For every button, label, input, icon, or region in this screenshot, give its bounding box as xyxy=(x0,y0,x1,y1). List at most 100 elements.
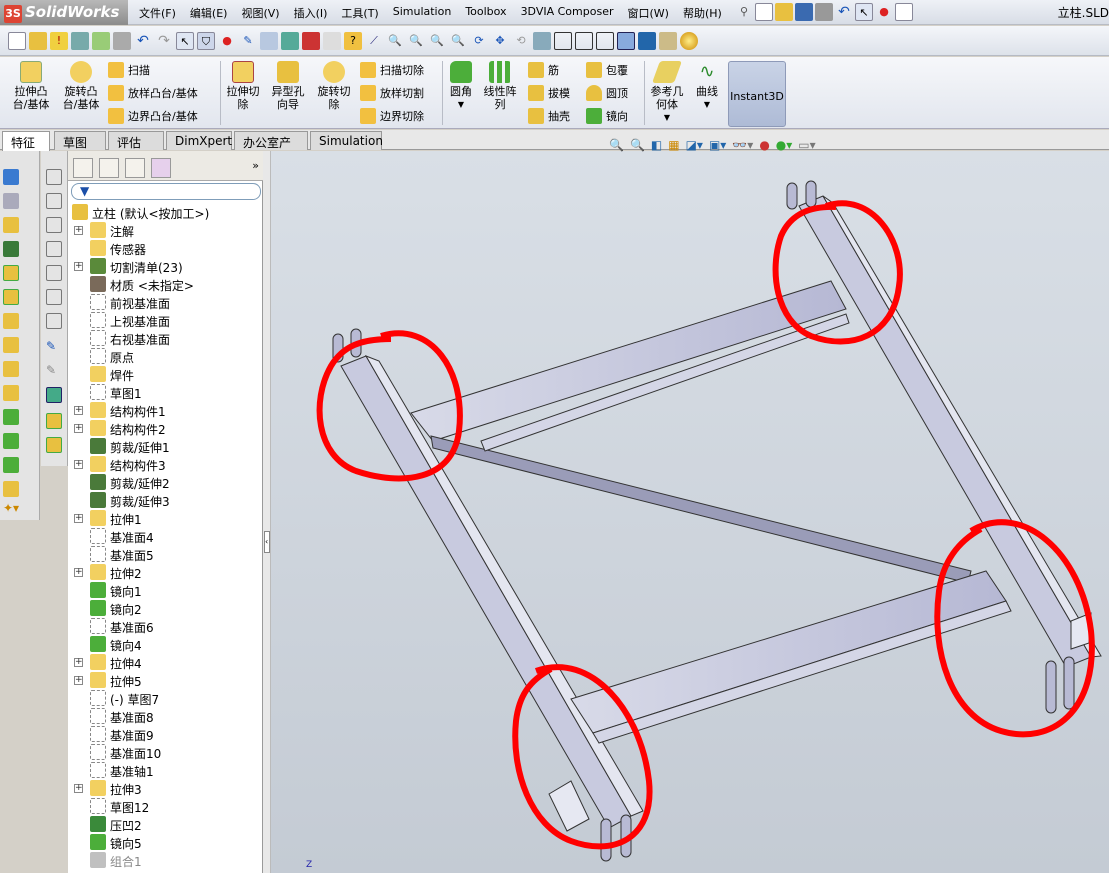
expand-toggle-icon[interactable]: + xyxy=(74,262,83,271)
sketch-tool-icon[interactable]: ✎ xyxy=(239,32,257,50)
configuration-tab-icon[interactable] xyxy=(125,158,145,178)
curves-dropdown-icon[interactable]: ▼ xyxy=(690,98,724,111)
tab-evaluate[interactable]: 评估 xyxy=(108,131,164,150)
tree-item[interactable]: 组合1 xyxy=(68,851,263,869)
left-long-beam[interactable] xyxy=(340,355,632,829)
new-icon[interactable] xyxy=(8,31,26,50)
reference-geometry-button[interactable]: 参考几 何体 ▼ xyxy=(646,57,688,124)
pattern-tool-icon[interactable] xyxy=(3,457,19,473)
realview-icon[interactable] xyxy=(680,31,698,50)
graphics-area[interactable]: 🔍 🔍 ◧ ▦ ◪▾ ▣▾ 👓▾ ● ●▾ ▭▾ xyxy=(271,138,1109,873)
view-box-icon[interactable] xyxy=(46,313,62,329)
loft-cut-button[interactable]: 放样切割 xyxy=(360,85,424,101)
panel-splitter[interactable]: ‹ xyxy=(263,151,271,873)
expand-toggle-icon[interactable]: + xyxy=(74,568,83,577)
expand-toggle-icon[interactable]: + xyxy=(74,514,83,523)
display-style-icon[interactable]: ▣▾ xyxy=(709,138,726,152)
tree-item[interactable]: 基准面10 xyxy=(68,743,263,761)
tree-item[interactable]: + 拉伸3 xyxy=(68,779,263,797)
undo-icon[interactable]: ↶ xyxy=(835,3,853,21)
tree-item[interactable]: + 结构构件2 xyxy=(68,419,263,437)
sweep-cut-button[interactable]: 扫描切除 xyxy=(360,62,424,78)
zoom-to-area-icon[interactable]: 🔍 xyxy=(630,138,645,152)
zoom-in-out-icon[interactable]: 🔍 xyxy=(428,32,446,50)
view-box-icon[interactable] xyxy=(46,289,62,305)
reference-geometry-dropdown-icon[interactable]: ▼ xyxy=(646,111,688,124)
rebuild-icon[interactable]: ● xyxy=(218,32,236,50)
chamfer-tool-icon[interactable] xyxy=(3,409,19,425)
extrude-boss-tool-icon[interactable] xyxy=(3,361,19,377)
mirror-tool-icon[interactable] xyxy=(3,433,19,449)
fillet-button[interactable]: 圆角 ▼ xyxy=(444,57,478,111)
tree-item[interactable]: 原点 xyxy=(68,347,263,365)
tree-item[interactable]: 镜向4 xyxy=(68,635,263,653)
extrude-tool-icon[interactable] xyxy=(3,265,19,281)
standard-views-icon[interactable] xyxy=(533,31,551,50)
tree-item[interactable]: 基准轴1 xyxy=(68,761,263,779)
pan-icon[interactable]: ✥ xyxy=(491,32,509,50)
hole-wizard-button[interactable]: 异型孔 向导 xyxy=(266,57,310,111)
dome-button[interactable]: 圆顶 xyxy=(586,85,628,101)
wireframe-icon[interactable] xyxy=(554,31,572,50)
revolve-cut-button[interactable]: 旋转切 除 xyxy=(312,57,356,111)
open-icon[interactable] xyxy=(29,31,47,50)
splitter-grip-icon[interactable]: ‹ xyxy=(264,531,270,553)
expand-toggle-icon[interactable]: + xyxy=(74,676,83,685)
menu-help[interactable]: 帮助(H) xyxy=(676,3,729,23)
tree-item[interactable]: 传感器 xyxy=(68,239,263,257)
options-icon[interactable] xyxy=(895,3,913,21)
tree-filter-input[interactable]: ▼ xyxy=(71,183,261,200)
view-box-icon[interactable] xyxy=(46,169,62,185)
tree-item[interactable]: + 拉伸5 xyxy=(68,671,263,689)
open-folder-icon[interactable] xyxy=(775,3,793,21)
menu-tools[interactable]: 工具(T) xyxy=(334,3,385,23)
appearance-icon[interactable] xyxy=(302,31,320,50)
tool-options-icon[interactable] xyxy=(323,31,341,50)
tree-item[interactable]: 上视基准面 xyxy=(68,311,263,329)
new-document-icon[interactable] xyxy=(755,3,773,21)
curves-button[interactable]: ∿ 曲线 ▼ xyxy=(690,57,724,111)
section-view-icon[interactable] xyxy=(659,31,677,50)
zoom-selection-icon[interactable]: 🔍 xyxy=(449,32,467,50)
weldment-frame-model[interactable] xyxy=(271,151,1109,873)
tree-item[interactable]: 草图1 xyxy=(68,383,263,401)
tree-item[interactable]: 镜向5 xyxy=(68,833,263,851)
property-manager-tab-icon[interactable] xyxy=(99,158,119,178)
tree-item[interactable]: 剪裁/延伸2 xyxy=(68,473,263,491)
tree-item[interactable]: + 拉伸1 xyxy=(68,509,263,527)
shaded-with-edges-icon[interactable] xyxy=(617,31,635,50)
end-cap-icon[interactable] xyxy=(3,313,19,329)
sweep-button[interactable]: 扫描 xyxy=(108,62,150,78)
dimxpert-tab-icon[interactable] xyxy=(151,158,171,178)
tree-item[interactable]: (-) 草图7 xyxy=(68,689,263,707)
extrude-cut-button[interactable]: 拉伸切 除 xyxy=(222,57,264,111)
tab-features[interactable]: 特征 xyxy=(2,131,50,151)
combine-tool-icon[interactable] xyxy=(3,481,19,497)
expand-panel-icon[interactable]: » xyxy=(252,159,259,172)
expand-toggle-icon[interactable]: + xyxy=(74,658,83,667)
scene-icon[interactable]: ●▾ xyxy=(776,138,793,152)
view-orientation-icon[interactable]: ◪▾ xyxy=(686,138,703,152)
hide-show-icon[interactable]: 👓▾ xyxy=(732,138,753,152)
tree-item[interactable]: 基准面9 xyxy=(68,725,263,743)
appearance-icon[interactable]: ● xyxy=(759,138,769,152)
relation-icon[interactable] xyxy=(46,387,62,403)
tree-item[interactable]: 焊件 xyxy=(68,365,263,383)
tree-item[interactable]: 压凹2 xyxy=(68,815,263,833)
dimension-pen-icon[interactable]: ✎ xyxy=(46,363,62,379)
pin-icon[interactable]: ⚲ xyxy=(735,3,753,21)
rib-button[interactable]: 筋 xyxy=(528,62,559,78)
loft-boss-button[interactable]: 放样凸台/基体 xyxy=(108,85,198,101)
menu-window[interactable]: 窗口(W) xyxy=(621,3,676,23)
shell-button[interactable]: 抽壳 xyxy=(528,108,570,124)
package-icon[interactable] xyxy=(92,31,110,50)
zoom-to-fit-icon[interactable]: 🔍 xyxy=(609,138,624,152)
tree-item[interactable]: + 结构构件3 xyxy=(68,455,263,473)
menu-toolbox[interactable]: Toolbox xyxy=(458,3,513,23)
zoom-fit-icon[interactable]: 🔍 xyxy=(386,32,404,50)
help-icon[interactable]: ? xyxy=(344,31,362,50)
fillet-dropdown-icon[interactable]: ▼ xyxy=(444,98,478,111)
undo-icon[interactable]: ↶ xyxy=(134,32,152,50)
revolve-boss-button[interactable]: 旋转凸 台/基体 xyxy=(58,57,104,111)
view-box-icon[interactable] xyxy=(46,265,62,281)
